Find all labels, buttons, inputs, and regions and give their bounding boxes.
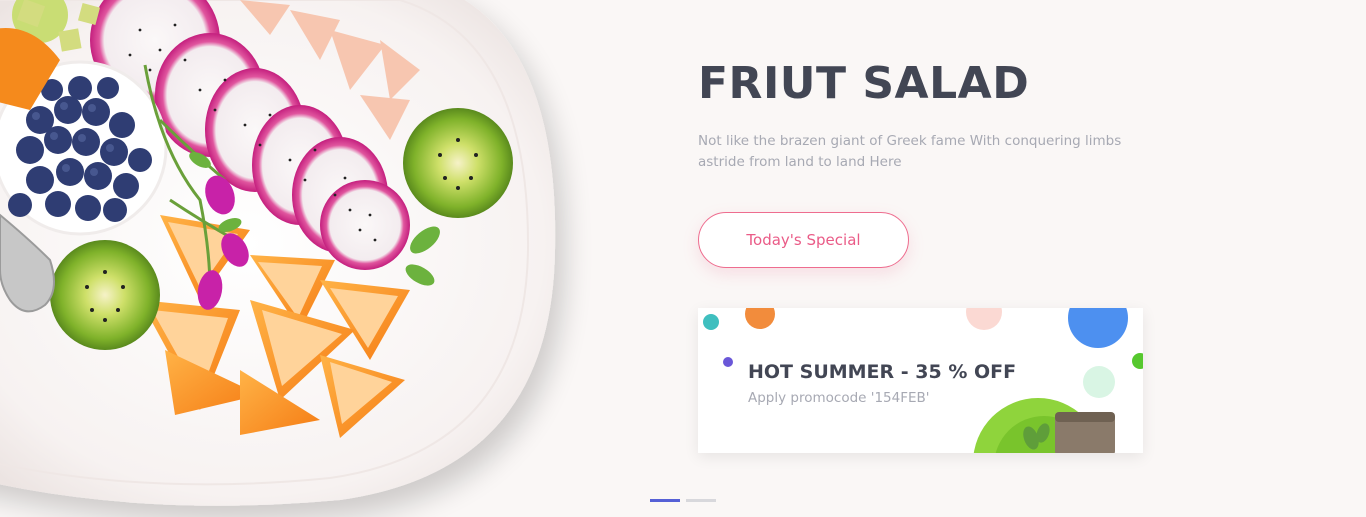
fruit-salad-plate-image xyxy=(0,0,556,506)
carousel-indicator-1[interactable] xyxy=(650,499,680,502)
promo-banner[interactable]: HOT SUMMER - 35 % OFF Apply promocode '1… xyxy=(698,308,1143,453)
page-title: FRIUT SALAD xyxy=(698,58,1030,109)
carousel-pagination xyxy=(650,499,716,502)
hero-section: FRIUT SALAD Not like the brazen giant of… xyxy=(0,0,1366,517)
promo-title: HOT SUMMER - 35 % OFF xyxy=(748,361,1017,383)
promo-code-text: Apply promocode '154FEB' xyxy=(748,390,930,406)
hero-description: Not like the brazen giant of Greek fame … xyxy=(698,133,1122,170)
todays-special-button[interactable]: Today's Special xyxy=(698,212,909,268)
carousel-indicator-2[interactable] xyxy=(686,499,716,502)
